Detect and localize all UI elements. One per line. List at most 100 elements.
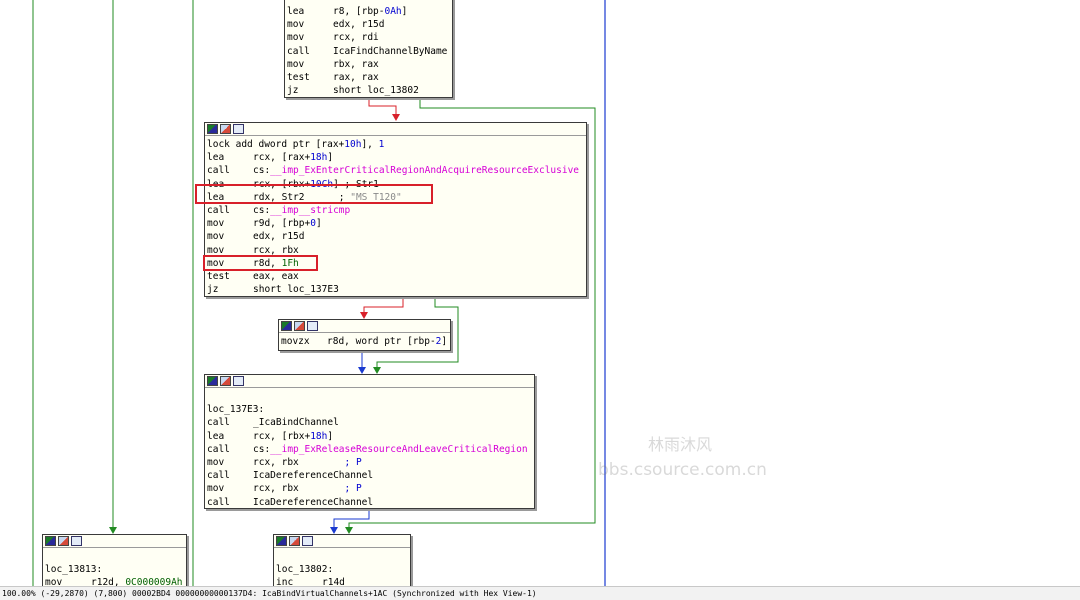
code-operand[interactable]: ], [361,139,378,150]
code-line[interactable] [45,550,186,563]
code-line[interactable]: mov rbx, rax [287,58,452,71]
code-operand[interactable]: 18h [310,431,327,442]
code-operand[interactable]: cs: [253,444,270,455]
code-operand[interactable]: IcaFindChannelByName [333,46,447,57]
code-block-loc-137e3[interactable]: loc_137E3: call _IcaBindChannel lea rcx, [rb… [204,374,535,509]
code-operand[interactable]: __imp_ExEnterCriticalRegionAndAcquireRes… [270,165,579,176]
code-operand[interactable]: ] [327,431,333,442]
code-label[interactable]: loc_13813: [45,564,102,575]
code-block-movzx[interactable]: movzx r8d, word ptr [rbp-2] [278,319,451,351]
code-mnemonic[interactable]: mov [207,456,253,469]
grid-icon[interactable] [71,536,82,546]
code-line[interactable]: inc r14d [276,576,410,586]
code-line[interactable]: jz short loc_137E3 [207,283,586,296]
code-operand[interactable]: rax, rax [333,72,379,83]
code-mnemonic[interactable]: call [207,496,253,509]
grid-icon[interactable] [233,376,244,386]
code-line[interactable]: call cs:__imp_ExReleaseResourceAndLeaveCr… [207,443,534,456]
code-line[interactable]: mov edx, r15d [207,230,586,243]
code-operand[interactable]: IcaDereferenceChannel [253,497,373,508]
code-label[interactable]: loc_137E3: [207,404,264,415]
code-line[interactable]: loc_13802: [276,563,410,576]
code-block-top[interactable]: lea r8, [rbp-0Ah] mov edx, r15d mov rcx, rdi c… [284,0,453,98]
code-mnemonic[interactable]: lock add [207,138,253,151]
code-label[interactable]: loc_13802: [276,564,333,575]
code-operand[interactable]: rcx, [rax+ [253,152,310,163]
code-mnemonic[interactable]: test [207,270,253,283]
graph-view[interactable]: lea r8, [rbp-0Ah] mov edx, r15d mov rcx, rdi c… [0,0,1080,586]
code-operand[interactable]: 1 [379,139,385,150]
code-line[interactable]: lea r8, [rbp-0Ah] [287,5,452,18]
code-operand[interactable]: rcx, rbx [253,245,299,256]
code-mnemonic[interactable]: lea [207,430,253,443]
code-mnemonic[interactable]: lea [207,151,253,164]
code-line[interactable]: call _IcaBindChannel [207,416,534,429]
color-icon[interactable] [294,321,305,331]
code-mnemonic[interactable]: mov [287,18,333,31]
graph-icon[interactable] [281,321,292,331]
graph-icon[interactable] [276,536,287,546]
code-operand[interactable]: __imp__stricmp [270,205,350,216]
code-mnemonic[interactable]: call [207,416,253,429]
code-operand[interactable]: edx, r15d [333,19,384,30]
grid-icon[interactable] [302,536,313,546]
code-block-loc-13802[interactable]: loc_13802: inc r14d [273,534,411,586]
graph-icon[interactable] [207,376,218,386]
code-operand[interactable]: r9d, [rbp+ [253,218,310,229]
graph-icon[interactable] [207,124,218,134]
code-operand[interactable]: 10h [344,139,361,150]
code-line[interactable]: call IcaFindChannelByName [287,45,452,58]
code-operand[interactable]: dword ptr [rax+ [253,139,344,150]
code-operand[interactable]: rcx, rdi [333,32,379,43]
code-operand[interactable]: IcaDereferenceChannel [253,470,373,481]
code-operand[interactable]: _IcaBindChannel [253,417,339,428]
code-operand[interactable]: 0C000009Ah [125,577,182,586]
color-icon[interactable] [220,376,231,386]
code-mnemonic[interactable]: inc [276,576,322,586]
code-operand[interactable]: eax, eax [253,271,299,282]
color-icon[interactable] [58,536,69,546]
code-line[interactable]: test rax, rax [287,71,452,84]
code-mnemonic[interactable]: mov [287,31,333,44]
code-block-loc-13813[interactable]: loc_13813: mov r12d, 0C000009Ah [42,534,187,586]
code-operand[interactable]: r8, [rbp- [333,6,384,17]
code-operand[interactable]: rbx, rax [333,59,379,70]
code-operand[interactable]: ] [327,152,333,163]
grid-icon[interactable] [307,321,318,331]
code-mnemonic[interactable]: mov [207,230,253,243]
code-mnemonic[interactable]: call [207,164,253,177]
code-mnemonic[interactable]: lea [287,5,333,18]
code-operand[interactable]: r12d, [91,577,125,586]
code-line[interactable]: mov rcx, rbx ; P [207,482,534,495]
code-line[interactable]: loc_13813: [45,563,186,576]
code-line[interactable]: mov r12d, 0C000009Ah [45,576,186,586]
code-mnemonic[interactable]: call [207,443,253,456]
code-operand[interactable]: r8d, word ptr [rbp- [327,336,436,347]
code-operand[interactable]: cs: [253,165,270,176]
code-line[interactable]: test eax, eax [207,270,586,283]
code-operand[interactable]: ] [441,336,447,347]
code-line[interactable]: loc_137E3: [207,403,534,416]
code-line[interactable] [276,550,410,563]
code-operand[interactable]: 0Ah [384,6,401,17]
code-line[interactable]: call cs:__imp__stricmp [207,204,586,217]
code-mnemonic[interactable]: movzx [281,335,327,348]
code-line[interactable] [207,390,534,403]
code-line[interactable]: mov edx, r15d [287,18,452,31]
code-mnemonic[interactable]: call [207,204,253,217]
code-operand[interactable]: r14d [322,577,345,586]
code-operand[interactable]: short loc_13802 [333,85,419,96]
color-icon[interactable] [220,124,231,134]
code-operand[interactable]: edx, r15d [253,231,304,242]
code-operand[interactable]: rcx, [rbx+ [253,431,310,442]
code-operand[interactable]: __imp_ExReleaseResourceAndLeaveCriticalR… [270,444,527,455]
code-operand[interactable]: cs: [253,205,270,216]
code-line[interactable]: lock add dword ptr [rax+10h], 1 [207,138,586,151]
code-line[interactable]: call IcaDereferenceChannel [207,496,534,509]
code-operand[interactable]: rcx, rbx [253,457,345,468]
code-line[interactable]: jz short loc_13802 [287,84,452,97]
code-mnemonic[interactable]: jz [287,84,333,97]
code-mnemonic[interactable]: call [287,45,333,58]
code-operand[interactable]: short loc_137E3 [253,284,339,295]
graph-icon[interactable] [45,536,56,546]
